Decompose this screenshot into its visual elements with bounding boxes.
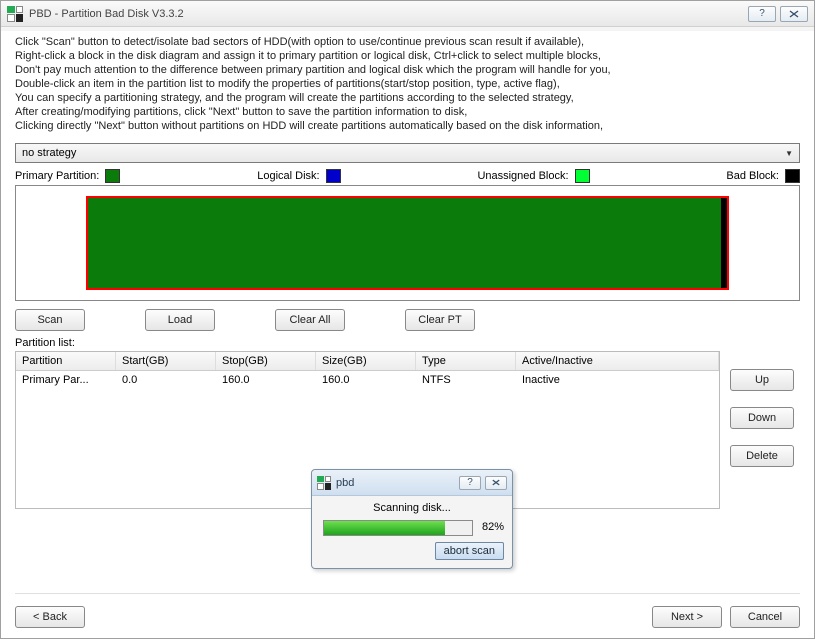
cell-start: 0.0 <box>116 371 216 389</box>
disk-diagram[interactable] <box>86 196 729 290</box>
cell-size: 160.0 <box>316 371 416 389</box>
table-row[interactable]: Primary Par... 0.0 160.0 160.0 NTFS Inac… <box>16 371 719 389</box>
help-button[interactable]: ? <box>748 6 776 22</box>
col-header-start[interactable]: Start(GB) <box>116 352 216 370</box>
legend-logical-swatch <box>326 169 341 183</box>
delete-button[interactable]: Delete <box>730 445 794 467</box>
cell-partition: Primary Par... <box>16 371 116 389</box>
load-button[interactable]: Load <box>145 309 215 331</box>
abort-scan-button[interactable]: abort scan <box>435 542 504 560</box>
instructions-text: Click "Scan" button to detect/isolate ba… <box>15 35 800 133</box>
close-button[interactable] <box>780 6 808 22</box>
legend-unassigned-label: Unassigned Block: <box>477 170 568 182</box>
col-header-stop[interactable]: Stop(GB) <box>216 352 316 370</box>
app-icon <box>317 476 331 490</box>
up-button[interactable]: Up <box>730 369 794 391</box>
legend-bad-label: Bad Block: <box>726 170 779 182</box>
dialog-help-button[interactable]: ? <box>459 476 481 490</box>
disk-block-primary[interactable] <box>88 198 721 288</box>
scan-button[interactable]: Scan <box>15 309 85 331</box>
dialog-close-button[interactable] <box>485 476 507 490</box>
progress-bar <box>323 520 473 536</box>
chevron-down-icon: ▼ <box>785 149 793 158</box>
cancel-button[interactable]: Cancel <box>730 606 800 628</box>
clear-pt-button[interactable]: Clear PT <box>405 309 475 331</box>
legend-logical-label: Logical Disk: <box>257 170 319 182</box>
legend-unassigned-swatch <box>575 169 590 183</box>
dialog-title: pbd <box>336 477 354 489</box>
down-button[interactable]: Down <box>730 407 794 429</box>
col-header-size[interactable]: Size(GB) <box>316 352 416 370</box>
legend-bad-swatch <box>785 169 800 183</box>
col-header-type[interactable]: Type <box>416 352 516 370</box>
disk-diagram-container <box>15 185 800 301</box>
disk-block-bad[interactable] <box>721 198 727 288</box>
progress-percent: 82% <box>482 521 504 533</box>
col-header-active[interactable]: Active/Inactive <box>516 352 719 370</box>
titlebar: PBD - Partition Bad Disk V3.3.2 ? <box>1 1 814 27</box>
strategy-selected-text: no strategy <box>22 147 76 159</box>
scan-progress-dialog: pbd ? Scanning disk... 82% abort scan <box>311 469 513 569</box>
legend-primary-label: Primary Partition: <box>15 170 99 182</box>
legend-row: Primary Partition: Logical Disk: Unassig… <box>15 169 800 183</box>
strategy-dropdown[interactable]: no strategy ▼ <box>15 143 800 163</box>
scan-status-text: Scanning disk... <box>320 502 504 514</box>
next-button[interactable]: Next > <box>652 606 722 628</box>
back-button[interactable]: < Back <box>15 606 85 628</box>
cell-active: Inactive <box>516 371 719 389</box>
col-header-partition[interactable]: Partition <box>16 352 116 370</box>
partition-list-label: Partition list: <box>15 337 800 349</box>
window-title: PBD - Partition Bad Disk V3.3.2 <box>29 8 184 20</box>
app-icon <box>7 6 23 22</box>
legend-primary-swatch <box>105 169 120 183</box>
cell-type: NTFS <box>416 371 516 389</box>
clear-all-button[interactable]: Clear All <box>275 309 345 331</box>
cell-stop: 160.0 <box>216 371 316 389</box>
